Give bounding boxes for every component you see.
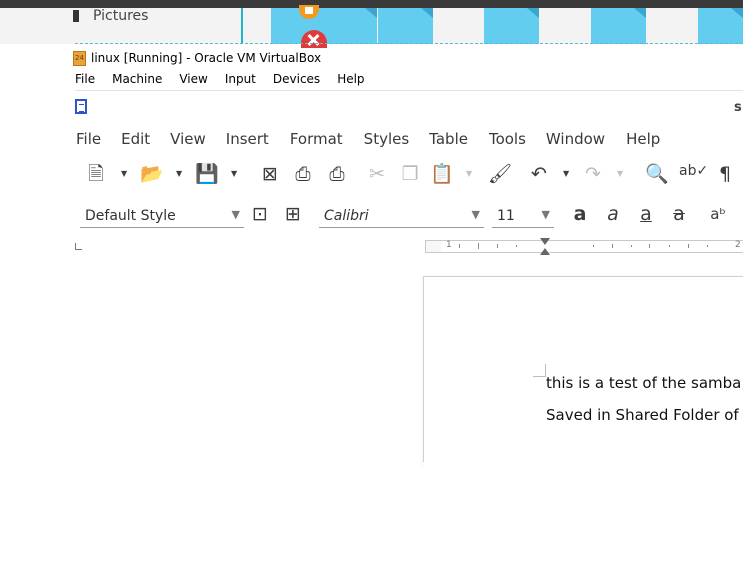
chevron-down-icon[interactable]: ▼ bbox=[232, 208, 240, 221]
chevron-down-icon[interactable]: ▼ bbox=[231, 169, 237, 178]
desktop-top-bar bbox=[0, 0, 743, 8]
writer-menu-bar: File Edit View Insert Format Styles Tabl… bbox=[76, 130, 660, 150]
new-style-icon[interactable]: ⊞ bbox=[281, 203, 305, 225]
page-bottom bbox=[423, 462, 743, 470]
document-page[interactable] bbox=[423, 276, 743, 467]
copy-icon[interactable]: ❐ bbox=[398, 163, 422, 185]
undo-icon[interactable]: ↶ bbox=[527, 163, 551, 185]
print-icon[interactable]: ⎙ bbox=[291, 163, 315, 185]
font-name-value: Calibri bbox=[324, 208, 369, 224]
chevron-down-icon[interactable]: ▼ bbox=[563, 169, 569, 178]
ruler-text-area bbox=[441, 241, 743, 252]
ruler-tick bbox=[459, 244, 460, 248]
spelling-icon[interactable]: ab✓ bbox=[679, 160, 708, 182]
strikethrough-icon[interactable]: a bbox=[667, 203, 691, 225]
folder-icon bbox=[73, 10, 79, 22]
ruler-tick bbox=[649, 244, 650, 248]
vbox-menu-machine[interactable]: Machine bbox=[112, 72, 162, 89]
chevron-down-icon[interactable]: ▼ bbox=[121, 169, 127, 178]
redo-icon[interactable]: ↷ bbox=[581, 163, 605, 185]
chevron-down-icon[interactable]: ▼ bbox=[617, 169, 623, 178]
text-boundary-corner bbox=[533, 364, 546, 377]
writer-menu-edit[interactable]: Edit bbox=[121, 130, 150, 150]
writer-menu-insert[interactable]: Insert bbox=[226, 130, 269, 150]
vbox-menu-help[interactable]: Help bbox=[337, 72, 364, 89]
paste-icon[interactable]: 📋 bbox=[430, 163, 454, 185]
selection-dashed-line bbox=[75, 43, 743, 44]
writer-menu-table[interactable]: Table bbox=[429, 130, 468, 150]
ruler-tick bbox=[669, 245, 670, 247]
writer-menu-format[interactable]: Format bbox=[290, 130, 343, 150]
ruler-tick bbox=[688, 244, 689, 248]
writer-menu-view[interactable]: View bbox=[170, 130, 206, 150]
selection-border bbox=[241, 8, 243, 44]
ruler-tick bbox=[478, 243, 479, 249]
chevron-down-icon[interactable]: ▼ bbox=[466, 169, 472, 178]
clone-formatting-icon[interactable]: 🖌 bbox=[488, 163, 512, 185]
folder-tile[interactable] bbox=[484, 8, 539, 44]
divider bbox=[75, 90, 743, 91]
writer-menu-window[interactable]: Window bbox=[546, 130, 605, 150]
underline-icon[interactable]: a bbox=[634, 203, 658, 225]
export-pdf-icon[interactable]: ⊠ bbox=[258, 163, 282, 185]
window-title: linux [Running] - Oracle VM VirtualBox bbox=[91, 51, 322, 65]
cut-icon[interactable]: ✂ bbox=[365, 163, 389, 185]
pictures-folder-label[interactable]: Pictures bbox=[93, 8, 148, 24]
chevron-down-icon[interactable]: ▼ bbox=[176, 169, 182, 178]
ruler-tick bbox=[516, 245, 517, 247]
italic-icon[interactable]: a bbox=[601, 203, 625, 225]
save-icon[interactable]: 💾 bbox=[195, 163, 219, 185]
writer-document-icon bbox=[75, 99, 87, 114]
writer-menu-styles[interactable]: Styles bbox=[364, 130, 410, 150]
document-text-line[interactable]: this is a test of the samba bbox=[546, 374, 741, 392]
superscript-icon[interactable]: aᵇ bbox=[706, 203, 730, 225]
paragraph-style-value: Default Style bbox=[85, 208, 176, 224]
font-name-select[interactable]: Calibri ▼ bbox=[319, 206, 484, 228]
update-style-icon[interactable]: ⊡ bbox=[248, 203, 272, 225]
vbox-menu-input[interactable]: Input bbox=[225, 72, 256, 89]
ruler-tick bbox=[612, 244, 613, 248]
vbox-title-bar: 24 linux [Running] - Oracle VM VirtualBo… bbox=[73, 49, 321, 67]
ruler-tick bbox=[707, 245, 708, 247]
print-preview-icon[interactable]: ⎙ bbox=[325, 163, 349, 185]
formatting-marks-icon[interactable]: ¶ bbox=[713, 163, 737, 185]
vbox-menu-file[interactable]: File bbox=[75, 72, 95, 89]
folder-tile[interactable] bbox=[698, 8, 743, 44]
open-folder-icon[interactable]: 📂 bbox=[140, 163, 164, 185]
writer-title-fragment: s bbox=[734, 100, 742, 115]
left-indent-marker[interactable] bbox=[540, 248, 550, 255]
writer-menu-help[interactable]: Help bbox=[626, 130, 660, 150]
virtualbox-logo-icon: 24 bbox=[73, 50, 86, 66]
folder-tile[interactable] bbox=[591, 8, 646, 44]
find-replace-icon[interactable]: 🔍 bbox=[645, 163, 669, 185]
ruler-number: 2 bbox=[735, 240, 741, 250]
folder-tile[interactable] bbox=[378, 8, 433, 44]
ruler-corner-marker bbox=[75, 243, 82, 250]
first-line-indent-marker[interactable] bbox=[540, 238, 550, 245]
vbox-menu-devices[interactable]: Devices bbox=[273, 72, 320, 89]
writer-menu-tools[interactable]: Tools bbox=[489, 130, 526, 150]
chevron-down-icon[interactable]: ▼ bbox=[542, 208, 550, 221]
file-manager-background: Pictures bbox=[0, 8, 743, 44]
ruler-tick bbox=[593, 245, 594, 247]
ruler-tick bbox=[631, 245, 632, 247]
writer-menu-file[interactable]: File bbox=[76, 130, 101, 150]
chevron-down-icon[interactable]: ▼ bbox=[472, 208, 480, 221]
bold-icon[interactable]: a bbox=[568, 203, 592, 225]
vbox-menu-view[interactable]: View bbox=[179, 72, 207, 89]
font-size-value: 11 bbox=[497, 208, 515, 224]
ruler-tick bbox=[497, 244, 498, 248]
paragraph-style-select[interactable]: Default Style ▼ bbox=[80, 206, 244, 228]
font-size-select[interactable]: 11 ▼ bbox=[492, 206, 554, 228]
document-text-line[interactable]: Saved in Shared Folder of bbox=[546, 406, 739, 424]
vbox-menu-bar: File Machine View Input Devices Help bbox=[75, 72, 382, 89]
new-document-icon[interactable]: 🗎 bbox=[84, 163, 108, 185]
ruler-number: 1 bbox=[446, 240, 452, 250]
